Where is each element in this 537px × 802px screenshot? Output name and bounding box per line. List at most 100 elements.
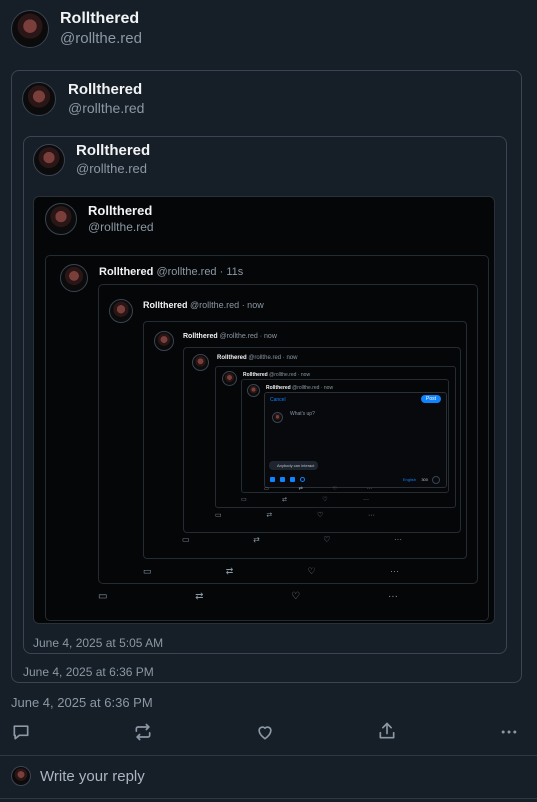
avatar (109, 299, 133, 323)
reply-icon: ▭ (98, 591, 108, 602)
more-icon: ··· (393, 535, 402, 544)
composer: Cancel Post What's up? Anybody can inter… (264, 392, 447, 488)
repost-icon: ⇄ (225, 566, 234, 576)
reply-icon: ▭ (264, 486, 269, 492)
reply-input[interactable]: Write your reply (40, 768, 145, 785)
nested-post: Rollthered @rollthe.red · now Rollthered… (143, 321, 467, 559)
more-icon: ··· (387, 591, 398, 602)
heart-icon: ♡ (323, 535, 331, 544)
author-name: Rollthered (143, 300, 188, 310)
avatar (45, 203, 77, 235)
avatar[interactable] (11, 10, 49, 48)
heart-icon: ♡ (316, 512, 324, 519)
more-icon: ··· (367, 486, 372, 492)
more-icon[interactable] (499, 722, 519, 742)
nested-post: Rollthered @rollthe.red · now Rollthered… (98, 284, 478, 584)
interaction-pill: Anybody can interact (269, 461, 319, 470)
author-name: Rollthered (217, 355, 247, 361)
heart-icon: ♡ (291, 591, 301, 602)
author-name: Rollthered (88, 203, 153, 218)
post-meta: @rollthe.red · now (219, 332, 277, 340)
avatar (247, 384, 260, 397)
cancel-button: Cancel (270, 397, 286, 403)
reply-icon: ▭ (241, 497, 247, 503)
author-name[interactable]: Rollthered (68, 80, 144, 99)
quote-header: Rollthered @rollthe.red (22, 80, 144, 118)
divider (0, 798, 537, 799)
timestamp: June 4, 2025 at 6:36 PM (11, 695, 153, 710)
post-meta: @rollthe.red · now (190, 300, 264, 310)
heart-icon: ♡ (307, 566, 316, 576)
nested-post-header: Rollthered @rollthe.red · now (109, 299, 264, 323)
post-meta: @rollthe.red · now (248, 355, 298, 361)
embedded-screenshot[interactable]: Rollthered @rollthe.red Rollthered @roll… (33, 196, 495, 624)
avatar[interactable] (33, 144, 65, 176)
avatar[interactable] (22, 82, 56, 116)
avatar (11, 766, 31, 786)
action-row: ▭ ⇄ ♡ ··· (143, 567, 399, 576)
author-handle[interactable]: @rollthe.red (76, 160, 150, 178)
action-row: ▭ ⇄ ♡ ··· (98, 592, 398, 602)
screenshot-header: Rollthered @rollthe.red (45, 203, 154, 235)
repost-icon: ⇄ (266, 512, 273, 519)
nested-post: Rollthered @rollthe.red · 11s Rollthered… (45, 255, 489, 621)
author-name: Rollthered (99, 266, 154, 278)
nested-post: Rollthered @rollthe.red · now Rollthered (183, 347, 461, 533)
author-handle[interactable]: @rollthe.red (60, 29, 142, 49)
more-icon: ··· (389, 566, 399, 576)
author-handle: @rollthe.red (88, 220, 154, 234)
share-icon[interactable] (377, 721, 397, 741)
more-icon: ··· (367, 512, 375, 519)
image-icon (270, 477, 275, 482)
reply-icon: ▭ (182, 535, 190, 544)
composer-avatar (272, 412, 283, 423)
avatar (154, 331, 174, 351)
heart-icon[interactable] (255, 722, 275, 742)
repost-icon[interactable] (133, 722, 153, 742)
composer-toolbar (270, 477, 305, 482)
nested-post: Rollthered @rollthe.red · now Rollthered… (215, 366, 456, 508)
avatar (60, 264, 88, 292)
action-row: ▭ ⇄ ♡ ··· (215, 512, 375, 519)
author-name[interactable]: Rollthered (76, 142, 150, 160)
heart-icon: ♡ (332, 486, 338, 492)
avatar (192, 354, 209, 371)
repost-icon: ⇄ (281, 497, 287, 503)
timestamp: June 4, 2025 at 6:36 PM (23, 665, 154, 679)
author-name: Rollthered (183, 332, 218, 340)
nested-post: Rollthered @rollthe.red · now Cancel Pos… (241, 379, 449, 493)
more-icon: ··· (362, 497, 369, 503)
reply-icon: ▭ (215, 512, 222, 519)
avatar (222, 371, 237, 386)
quote-header: Rollthered @rollthe.red (33, 142, 150, 178)
post-header: Rollthered @rollthe.red (11, 9, 142, 49)
author-name[interactable]: Rollthered (60, 9, 142, 29)
quote-card[interactable]: Rollthered @rollthe.red Rollthered @roll… (11, 70, 522, 683)
action-row: ▭ ⇄ ♡ ··· (264, 487, 372, 492)
repost-icon: ⇄ (195, 591, 204, 602)
author-name: Rollthered (266, 384, 291, 391)
gif-icon (280, 477, 285, 482)
composer-placeholder: What's up? (290, 411, 315, 417)
char-count: 300 (421, 477, 428, 482)
heart-icon: ♡ (322, 497, 328, 503)
reply-icon[interactable] (11, 722, 31, 742)
repost-icon: ⇄ (253, 535, 260, 544)
post-button: Post (420, 395, 441, 403)
repost-icon: ⇄ (298, 486, 303, 492)
timestamp: June 4, 2025 at 5:05 AM (33, 636, 164, 650)
action-row: ▭ ⇄ ♡ ··· (241, 497, 369, 503)
divider (0, 755, 537, 756)
progress-circle (432, 476, 440, 484)
author-handle[interactable]: @rollthe.red (68, 99, 144, 118)
post-meta: @rollthe.red · now (292, 384, 334, 391)
post-meta: @rollthe.red · 11s (156, 266, 244, 278)
reply-bar[interactable]: Write your reply (11, 766, 145, 786)
emoji-icon (300, 477, 305, 482)
author-name: Rollthered (243, 371, 268, 378)
post-meta: @rollthe.red · now (269, 371, 311, 378)
nested-quote-card[interactable]: Rollthered @rollthe.red Rollthered @roll… (23, 136, 507, 654)
language-label: English (402, 477, 416, 482)
camera-icon (290, 477, 295, 482)
action-row: ▭ ⇄ ♡ ··· (182, 536, 402, 544)
